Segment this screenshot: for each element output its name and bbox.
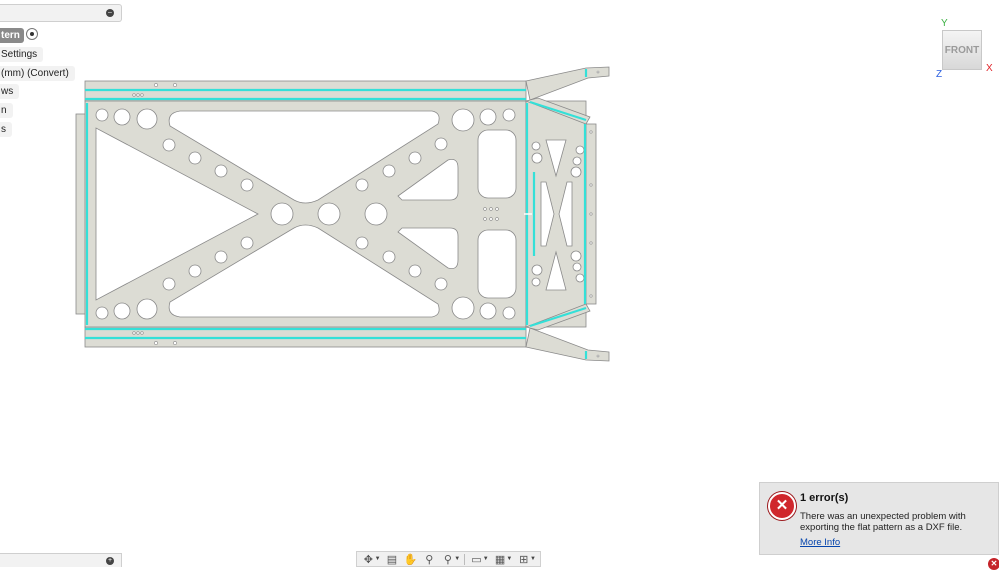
pan-icon[interactable]: ✋	[401, 552, 420, 566]
error-message: There was an unexpected problem with exp…	[800, 511, 966, 533]
bottom-arm	[525, 327, 610, 362]
chevron-down-icon[interactable]: ▼	[375, 556, 381, 562]
chevron-down-icon[interactable]: ▼	[506, 556, 512, 562]
zoom-icon[interactable]: ⚲	[420, 552, 439, 566]
chevron-down-icon[interactable]: ▼	[530, 556, 536, 562]
error-notification: ✕ 1 error(s) There was an unexpected pro…	[759, 482, 999, 555]
tree-item-flat-pattern[interactable]: tern	[0, 28, 24, 43]
tree-item-label: n	[1, 105, 7, 116]
tree-item-label: ws	[1, 86, 14, 97]
axis-y-label: Y	[941, 18, 948, 29]
more-info-link[interactable]: More Info	[800, 537, 840, 548]
top-arm	[525, 66, 610, 101]
error-indicator-icon[interactable]: ✕	[988, 558, 999, 570]
axis-z-label: Z	[936, 69, 943, 80]
tree-item-n[interactable]: n	[0, 103, 13, 118]
chevron-down-icon[interactable]: ▼	[454, 556, 460, 562]
expand-icon[interactable]: +	[106, 557, 114, 565]
tree-item-units[interactable]: (mm) (Convert)	[0, 66, 75, 81]
viewcube[interactable]: Y FRONT X Z	[936, 18, 998, 80]
browser-panel-header[interactable]: –	[0, 4, 122, 22]
error-title: 1 error(s)	[800, 492, 849, 504]
tree-item-views[interactable]: ws	[0, 84, 20, 99]
collapse-icon[interactable]: –	[106, 9, 114, 17]
tree-item-label: s	[1, 124, 6, 135]
comments-panel-header[interactable]: +	[0, 553, 122, 567]
navigation-toolbar: ✥ ▼ ▤ ✋ ⚲ ⚲ ▼ ▭ ▼ ▦ ▼ ⊞ ▼	[356, 551, 541, 567]
tree-item-label: Settings	[1, 49, 38, 60]
active-radio-icon[interactable]	[26, 28, 38, 40]
viewcube-front-face[interactable]: FRONT	[942, 30, 982, 70]
tree-item-s[interactable]: s	[0, 122, 12, 137]
chevron-down-icon[interactable]: ▼	[483, 556, 489, 562]
tree-item-label: tern	[1, 30, 20, 41]
left-tab	[75, 113, 87, 315]
tree-item-settings[interactable]: Settings	[0, 47, 44, 62]
flat-pattern-part	[75, 66, 610, 362]
tree-item-label: (mm) (Convert)	[1, 68, 69, 79]
look-at-icon[interactable]: ▤	[383, 552, 402, 566]
error-icon: ✕	[768, 492, 796, 520]
axis-x-label: X	[986, 63, 993, 74]
toolbar-divider	[464, 553, 466, 565]
